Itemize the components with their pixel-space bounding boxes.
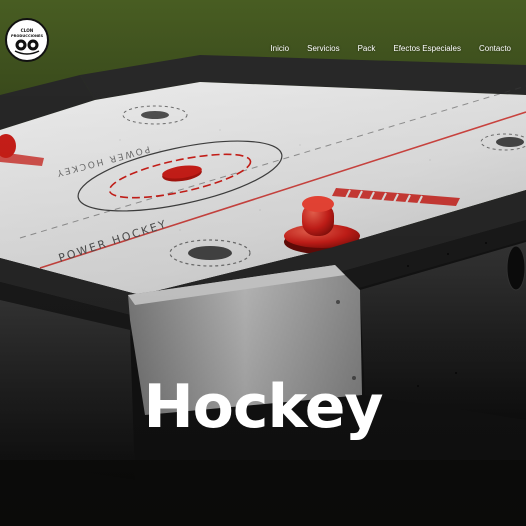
svg-text:PRODUCCIONES: PRODUCCIONES — [11, 34, 43, 38]
nav-item-efectos-especiales[interactable]: Efectos Especiales — [393, 44, 461, 53]
nav-item-pack[interactable]: Pack — [358, 44, 376, 53]
logo-icon: CLON PRODUCCIONES — [8, 21, 46, 59]
nav-item-servicios[interactable]: Servicios — [307, 44, 339, 53]
svg-text:CLON: CLON — [21, 28, 34, 33]
hero-section: POWER HOCKEY POWER HOCKEY CLON PRODUCCIO… — [0, 0, 526, 526]
main-nav: Inicio Servicios Pack Efectos Especiales… — [252, 44, 511, 53]
hero-background-image: POWER HOCKEY POWER HOCKEY — [0, 0, 526, 526]
hero-title: Hockey — [143, 372, 383, 442]
nav-item-contacto[interactable]: Contacto — [479, 44, 511, 53]
site-logo[interactable]: CLON PRODUCCIONES — [5, 18, 49, 62]
nav-item-inicio[interactable]: Inicio — [270, 44, 289, 53]
